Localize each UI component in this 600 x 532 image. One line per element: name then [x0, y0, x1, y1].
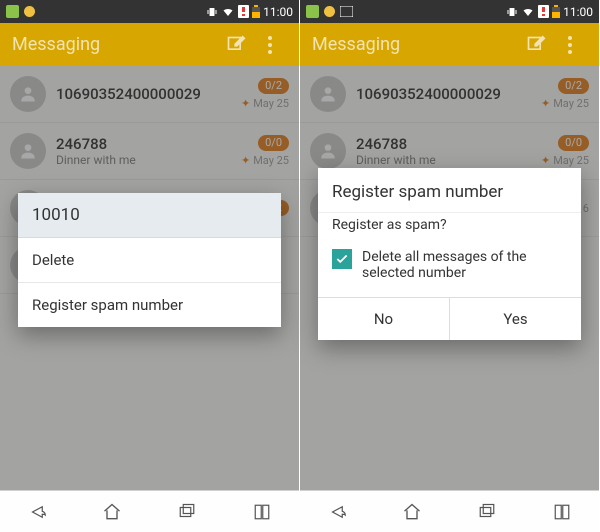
- back-button[interactable]: [0, 491, 75, 532]
- app-bar: Messaging: [300, 23, 599, 66]
- status-bar: 11:00: [300, 0, 599, 23]
- sim-error-icon: [238, 5, 249, 18]
- dialog-checkbox-row[interactable]: Delete all messages of the selected numb…: [318, 243, 581, 297]
- vibrate-icon: [506, 6, 518, 18]
- dialog-message: Register as spam?: [318, 212, 581, 243]
- dialog-buttons: No Yes: [318, 297, 581, 340]
- recents-button[interactable]: [450, 491, 525, 532]
- context-menu-delete[interactable]: Delete: [18, 238, 281, 283]
- vibrate-icon: [206, 6, 218, 18]
- spam-dialog: Register spam number Register as spam? D…: [318, 168, 581, 340]
- phone-right: 11:00 Messaging 10690352400000029 0/2 ✦M…: [300, 0, 600, 532]
- battery-icon: [252, 5, 260, 18]
- system-nav-bar: [0, 490, 299, 532]
- home-button[interactable]: [375, 491, 450, 532]
- status-sync-icon: [23, 5, 36, 18]
- dialog-no-button[interactable]: No: [318, 298, 450, 340]
- overflow-menu-button[interactable]: [553, 36, 587, 54]
- checkbox-icon: [332, 249, 352, 269]
- status-app-icon-1: [306, 5, 319, 18]
- context-menu-header: 10010: [18, 193, 281, 238]
- recents-button[interactable]: [150, 491, 225, 532]
- context-menu: 10010 Delete Register spam number: [18, 193, 281, 327]
- clock: 11:00: [563, 5, 593, 19]
- app-title: Messaging: [312, 34, 519, 55]
- compose-button[interactable]: [219, 35, 253, 55]
- overflow-menu-button[interactable]: [253, 36, 287, 54]
- compose-button[interactable]: [519, 35, 553, 55]
- status-sync-icon: [323, 5, 336, 18]
- status-bar: 11:00: [0, 0, 299, 23]
- battery-icon: [552, 5, 560, 18]
- back-button[interactable]: [300, 491, 375, 532]
- clock: 11:00: [263, 5, 293, 19]
- context-menu-register-spam[interactable]: Register spam number: [18, 283, 281, 327]
- phone-left: 11:00 Messaging 10690352400000029 0/2 ✦M…: [0, 0, 300, 532]
- home-button[interactable]: [75, 491, 150, 532]
- wifi-icon: [521, 6, 535, 18]
- status-screenshot-icon: [340, 5, 353, 18]
- checkbox-label: Delete all messages of the selected numb…: [362, 249, 567, 281]
- app-bar: Messaging: [0, 23, 299, 66]
- dialog-title: Register spam number: [318, 168, 581, 212]
- dialog-yes-button[interactable]: Yes: [450, 298, 581, 340]
- dual-window-button[interactable]: [524, 491, 599, 532]
- system-nav-bar: [300, 490, 599, 532]
- app-title: Messaging: [12, 34, 219, 55]
- wifi-icon: [221, 6, 235, 18]
- dual-window-button[interactable]: [224, 491, 299, 532]
- status-app-icon-1: [6, 5, 19, 18]
- sim-error-icon: [538, 5, 549, 18]
